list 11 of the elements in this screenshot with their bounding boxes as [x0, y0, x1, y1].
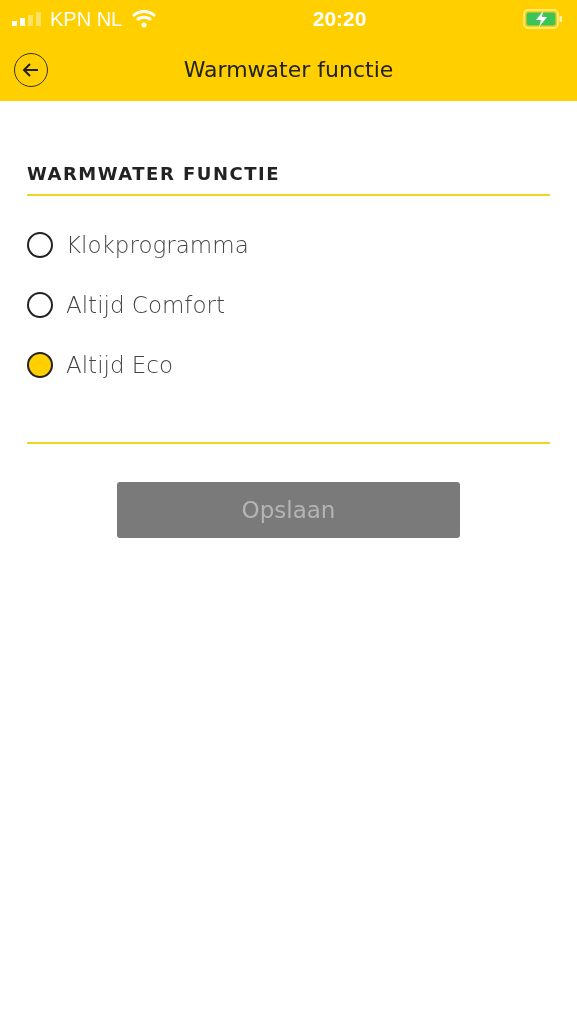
radio-button[interactable]	[27, 232, 53, 258]
section-heading: WARMWATER FUNCTIE	[27, 163, 550, 196]
radio-option[interactable]: Klokprogramma	[27, 228, 550, 262]
wifi-icon	[132, 10, 157, 28]
screen-title: Warmwater functie	[182, 57, 395, 82]
radio-option[interactable]: Altijd Eco	[27, 348, 550, 382]
carrier-name: KPN NL	[50, 7, 123, 31]
radio-button[interactable]	[27, 352, 53, 378]
clock-time: 20:20	[312, 7, 367, 31]
radio-option[interactable]: Altijd Comfort	[27, 288, 550, 322]
radio-button[interactable]	[27, 292, 53, 318]
